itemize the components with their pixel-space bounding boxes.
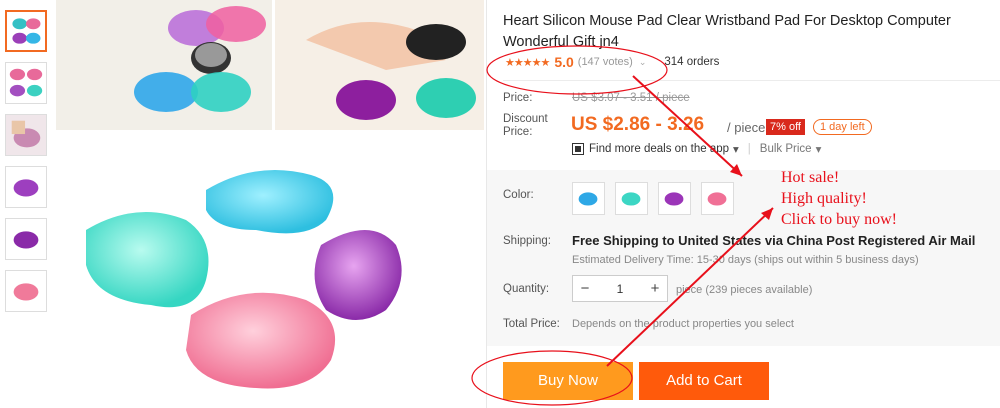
qr-code-icon [572, 143, 584, 155]
thumbnail-3[interactable] [5, 114, 47, 156]
thumbnail-6[interactable] [5, 270, 47, 312]
original-price: US $3.07 - 3.51 / piece [572, 92, 690, 104]
quantity-label: Quantity: [503, 283, 550, 295]
color-swatch-blue[interactable] [572, 182, 605, 215]
color-swatch-green[interactable] [615, 182, 648, 215]
quantity-stepper: − 1 + [572, 275, 668, 302]
discount-price-label: Discount Price: [503, 113, 548, 139]
color-label: Color: [503, 189, 534, 201]
rating-score: 5.0 [554, 54, 574, 70]
annotation-line-3: Click to buy now! [781, 211, 897, 228]
orders-count: 314 orders [664, 56, 720, 68]
thumbnail-5[interactable] [5, 218, 47, 260]
rating-row: ★★★★★ 5.0 (147 votes) ⌄ 314 orders [505, 53, 719, 71]
product-page: Heart Silicon Mouse Pad Clear Wristband … [0, 0, 1000, 408]
shipping-label: Shipping: [503, 235, 551, 247]
time-left-badge: 1 day left [813, 119, 872, 135]
promo-annotation: Hot sale! High quality! Click to buy now… [781, 167, 897, 230]
discount-label-line1: Discount [503, 113, 548, 125]
chevron-down-icon[interactable]: ▾ [733, 142, 739, 156]
votes-link[interactable]: (147 votes) [578, 56, 633, 68]
price-label: Price: [503, 92, 533, 104]
chevron-down-icon[interactable]: ⌄ [639, 57, 647, 68]
total-price-label: Total Price: [503, 318, 560, 330]
delivery-estimate: Estimated Delivery Time: 15-30 days (shi… [572, 254, 919, 266]
bulk-price-link[interactable]: Bulk Price [760, 143, 812, 155]
product-main-image [56, 130, 484, 408]
color-swatch-purple[interactable] [658, 182, 691, 215]
quantity-available: piece (239 pieces available) [676, 284, 813, 296]
total-price-note: Depends on the product properties you se… [572, 318, 794, 330]
rating-stars-icon: ★★★★★ [505, 56, 550, 69]
thumbnail-4[interactable] [5, 166, 47, 208]
discount-label-line2: Price: [503, 126, 533, 138]
quantity-increase-button[interactable]: + [643, 280, 667, 297]
buy-now-button[interactable]: Buy Now [503, 362, 633, 400]
product-banner-photo [56, 0, 484, 130]
discount-price: US $2.86 - 3.26 [571, 114, 705, 135]
price-unit: / piece [727, 120, 766, 135]
divider [503, 80, 1000, 81]
product-title: Heart Silicon Mouse Pad Clear Wristband … [503, 13, 951, 50]
chevron-down-icon[interactable]: ▾ [816, 142, 822, 156]
deals-row: Find more deals on the app ▾ | Bulk Pric… [572, 142, 821, 156]
quantity-input[interactable]: 1 [597, 282, 643, 296]
shipping-method[interactable]: Free Shipping to United States via China… [572, 233, 975, 248]
add-to-cart-button[interactable]: Add to Cart [639, 362, 769, 400]
annotation-line-1: Hot sale! [781, 169, 840, 186]
app-deals-link[interactable]: Find more deals on the app [589, 143, 729, 155]
annotation-line-2: High quality! [781, 190, 867, 207]
discount-badge: 7% off [766, 119, 805, 135]
color-swatch-pink[interactable] [701, 182, 734, 215]
thumbnail-strip [0, 0, 56, 408]
thumbnail-1[interactable] [5, 10, 47, 52]
quantity-decrease-button[interactable]: − [573, 280, 597, 297]
separator: | [747, 143, 751, 155]
thumbnail-2[interactable] [5, 62, 47, 104]
